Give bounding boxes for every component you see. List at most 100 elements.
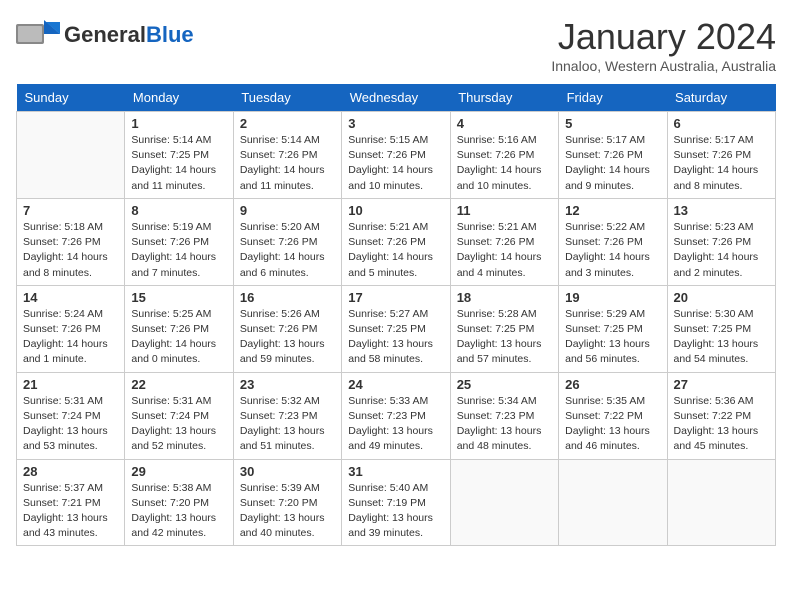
calendar-cell xyxy=(17,112,125,199)
day-number: 7 xyxy=(23,203,118,218)
day-number: 8 xyxy=(131,203,226,218)
calendar-cell: 31 Sunrise: 5:40 AMSunset: 7:19 PMDayligh… xyxy=(342,459,450,546)
weekday-monday: Monday xyxy=(125,84,233,112)
day-info: Sunrise: 5:19 AMSunset: 7:26 PMDaylight:… xyxy=(131,220,226,281)
day-info: Sunrise: 5:36 AMSunset: 7:22 PMDaylight:… xyxy=(674,394,769,455)
calendar-cell xyxy=(667,459,775,546)
day-number: 19 xyxy=(565,290,660,305)
day-number: 3 xyxy=(348,116,443,131)
day-info: Sunrise: 5:38 AMSunset: 7:20 PMDaylight:… xyxy=(131,481,226,542)
calendar-body: 1 Sunrise: 5:14 AMSunset: 7:25 PMDaylight… xyxy=(17,112,776,546)
day-info: Sunrise: 5:33 AMSunset: 7:23 PMDaylight:… xyxy=(348,394,443,455)
day-number: 17 xyxy=(348,290,443,305)
day-info: Sunrise: 5:25 AMSunset: 7:26 PMDaylight:… xyxy=(131,307,226,368)
day-number: 14 xyxy=(23,290,118,305)
weekday-header-row: SundayMondayTuesdayWednesdayThursdayFrid… xyxy=(17,84,776,112)
day-number: 22 xyxy=(131,377,226,392)
calendar-header: SundayMondayTuesdayWednesdayThursdayFrid… xyxy=(17,84,776,112)
calendar-cell: 1 Sunrise: 5:14 AMSunset: 7:25 PMDaylight… xyxy=(125,112,233,199)
calendar-cell xyxy=(559,459,667,546)
title-block: January 2024 Innaloo, Western Australia,… xyxy=(551,16,776,74)
calendar-cell: 8 Sunrise: 5:19 AMSunset: 7:26 PMDaylight… xyxy=(125,198,233,285)
logo-text: GeneralBlue xyxy=(64,23,194,47)
day-number: 27 xyxy=(674,377,769,392)
page-header: GeneralBlue January 2024 Innaloo, Wester… xyxy=(16,16,776,74)
day-number: 29 xyxy=(131,464,226,479)
calendar-cell: 7 Sunrise: 5:18 AMSunset: 7:26 PMDaylight… xyxy=(17,198,125,285)
day-number: 5 xyxy=(565,116,660,131)
calendar-cell: 20Sunrise: 5:30 AMSunset: 7:25 PMDayligh… xyxy=(667,285,775,372)
location-title: Innaloo, Western Australia, Australia xyxy=(551,58,776,74)
day-number: 24 xyxy=(348,377,443,392)
day-info: Sunrise: 5:32 AMSunset: 7:23 PMDaylight:… xyxy=(240,394,335,455)
calendar-cell: 19 Sunrise: 5:29 AMSunset: 7:25 PMDayligh… xyxy=(559,285,667,372)
calendar-cell: 24 Sunrise: 5:33 AMSunset: 7:23 PMDayligh… xyxy=(342,372,450,459)
day-number: 26 xyxy=(565,377,660,392)
month-title: January 2024 xyxy=(551,16,776,58)
calendar-cell: 18Sunrise: 5:28 AMSunset: 7:25 PMDayligh… xyxy=(450,285,558,372)
day-info: Sunrise: 5:16 AMSunset: 7:26 PMDaylight:… xyxy=(457,133,552,194)
calendar-cell: 11Sunrise: 5:21 AMSunset: 7:26 PMDayligh… xyxy=(450,198,558,285)
day-number: 13 xyxy=(674,203,769,218)
calendar-cell xyxy=(450,459,558,546)
calendar-row: 28 Sunrise: 5:37 AMSunset: 7:21 PMDayligh… xyxy=(17,459,776,546)
calendar-cell: 23Sunrise: 5:32 AMSunset: 7:23 PMDayligh… xyxy=(233,372,341,459)
day-info: Sunrise: 5:26 AMSunset: 7:26 PMDaylight:… xyxy=(240,307,335,368)
day-number: 28 xyxy=(23,464,118,479)
day-number: 15 xyxy=(131,290,226,305)
day-info: Sunrise: 5:37 AMSunset: 7:21 PMDaylight:… xyxy=(23,481,118,542)
calendar-cell: 21 Sunrise: 5:31 AMSunset: 7:24 PMDayligh… xyxy=(17,372,125,459)
day-info: Sunrise: 5:17 AMSunset: 7:26 PMDaylight:… xyxy=(565,133,660,194)
day-number: 1 xyxy=(131,116,226,131)
calendar-row: 7 Sunrise: 5:18 AMSunset: 7:26 PMDaylight… xyxy=(17,198,776,285)
weekday-friday: Friday xyxy=(559,84,667,112)
calendar-cell: 5 Sunrise: 5:17 AMSunset: 7:26 PMDaylight… xyxy=(559,112,667,199)
day-info: Sunrise: 5:18 AMSunset: 7:26 PMDaylight:… xyxy=(23,220,118,281)
day-number: 21 xyxy=(23,377,118,392)
calendar-table: SundayMondayTuesdayWednesdayThursdayFrid… xyxy=(16,84,776,546)
day-number: 4 xyxy=(457,116,552,131)
day-number: 16 xyxy=(240,290,335,305)
day-info: Sunrise: 5:35 AMSunset: 7:22 PMDaylight:… xyxy=(565,394,660,455)
calendar-cell: 17 Sunrise: 5:27 AMSunset: 7:25 PMDayligh… xyxy=(342,285,450,372)
calendar-row: 14 Sunrise: 5:24 AMSunset: 7:26 PMDayligh… xyxy=(17,285,776,372)
calendar-cell: 16 Sunrise: 5:26 AMSunset: 7:26 PMDayligh… xyxy=(233,285,341,372)
weekday-tuesday: Tuesday xyxy=(233,84,341,112)
calendar-row: 1 Sunrise: 5:14 AMSunset: 7:25 PMDaylight… xyxy=(17,112,776,199)
day-number: 12 xyxy=(565,203,660,218)
day-number: 6 xyxy=(674,116,769,131)
logo-icon xyxy=(16,16,60,54)
day-number: 31 xyxy=(348,464,443,479)
calendar-cell: 4 Sunrise: 5:16 AMSunset: 7:26 PMDaylight… xyxy=(450,112,558,199)
day-number: 18 xyxy=(457,290,552,305)
calendar-cell: 3Sunrise: 5:15 AMSunset: 7:26 PMDaylight… xyxy=(342,112,450,199)
calendar-cell: 13 Sunrise: 5:23 AMSunset: 7:26 PMDayligh… xyxy=(667,198,775,285)
weekday-sunday: Sunday xyxy=(17,84,125,112)
weekday-saturday: Saturday xyxy=(667,84,775,112)
day-info: Sunrise: 5:40 AMSunset: 7:19 PMDaylight:… xyxy=(348,481,443,542)
day-info: Sunrise: 5:21 AMSunset: 7:26 PMDaylight:… xyxy=(457,220,552,281)
day-info: Sunrise: 5:29 AMSunset: 7:25 PMDaylight:… xyxy=(565,307,660,368)
day-info: Sunrise: 5:14 AMSunset: 7:25 PMDaylight:… xyxy=(131,133,226,194)
calendar-cell: 22Sunrise: 5:31 AMSunset: 7:24 PMDayligh… xyxy=(125,372,233,459)
logo-blue: Blue xyxy=(146,22,194,47)
day-number: 20 xyxy=(674,290,769,305)
calendar-cell: 14 Sunrise: 5:24 AMSunset: 7:26 PMDayligh… xyxy=(17,285,125,372)
calendar-cell: 28 Sunrise: 5:37 AMSunset: 7:21 PMDayligh… xyxy=(17,459,125,546)
day-info: Sunrise: 5:17 AMSunset: 7:26 PMDaylight:… xyxy=(674,133,769,194)
day-info: Sunrise: 5:23 AMSunset: 7:26 PMDaylight:… xyxy=(674,220,769,281)
day-number: 10 xyxy=(348,203,443,218)
day-number: 9 xyxy=(240,203,335,218)
day-info: Sunrise: 5:31 AMSunset: 7:24 PMDaylight:… xyxy=(23,394,118,455)
day-number: 25 xyxy=(457,377,552,392)
day-number: 2 xyxy=(240,116,335,131)
day-info: Sunrise: 5:27 AMSunset: 7:25 PMDaylight:… xyxy=(348,307,443,368)
day-info: Sunrise: 5:24 AMSunset: 7:26 PMDaylight:… xyxy=(23,307,118,368)
day-number: 30 xyxy=(240,464,335,479)
day-info: Sunrise: 5:21 AMSunset: 7:26 PMDaylight:… xyxy=(348,220,443,281)
calendar-cell: 29 Sunrise: 5:38 AMSunset: 7:20 PMDayligh… xyxy=(125,459,233,546)
day-info: Sunrise: 5:39 AMSunset: 7:20 PMDaylight:… xyxy=(240,481,335,542)
day-info: Sunrise: 5:14 AMSunset: 7:26 PMDaylight:… xyxy=(240,133,335,194)
calendar-cell: 26 Sunrise: 5:35 AMSunset: 7:22 PMDayligh… xyxy=(559,372,667,459)
calendar-cell: 12Sunrise: 5:22 AMSunset: 7:26 PMDayligh… xyxy=(559,198,667,285)
